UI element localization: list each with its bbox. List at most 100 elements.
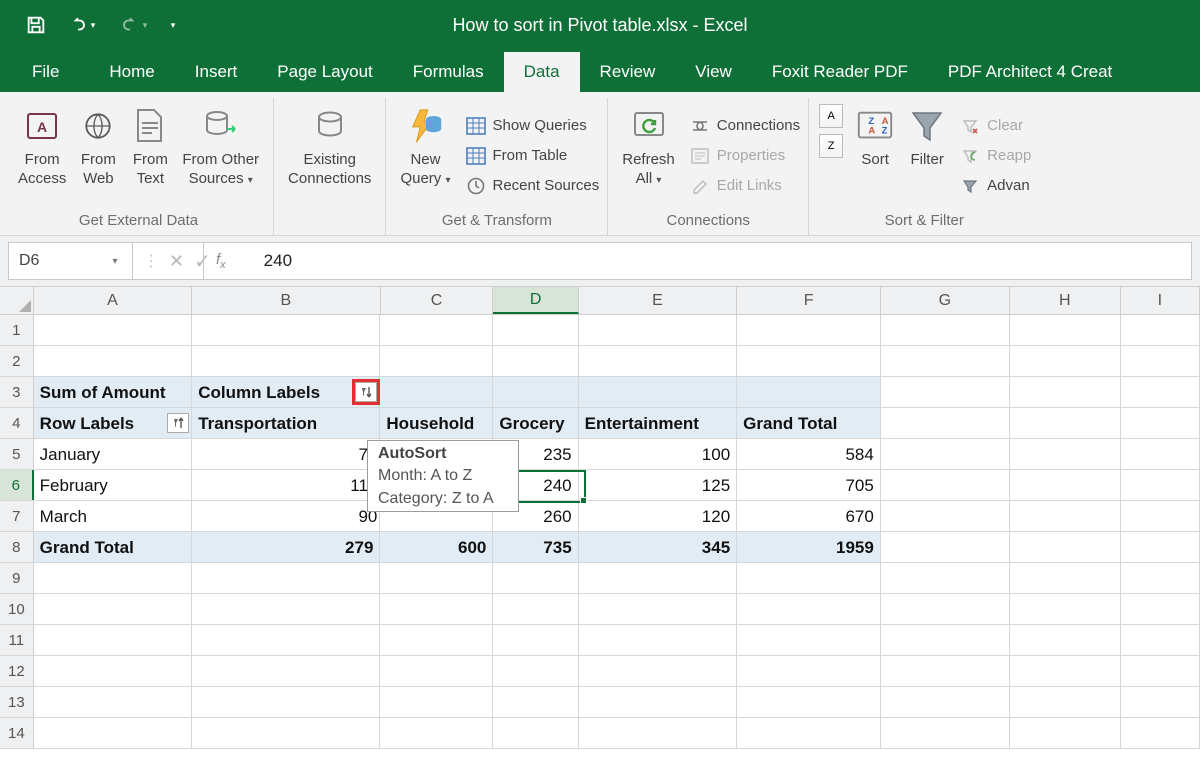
row-header[interactable]: 12 — [0, 656, 34, 686]
pivot-col-entertainment[interactable]: Entertainment — [579, 408, 738, 438]
new-query-label: New Query ▾ — [400, 150, 450, 190]
filter-button[interactable]: Filter — [901, 100, 953, 211]
svg-text:Z: Z — [882, 126, 888, 137]
col-header-A[interactable]: A — [34, 287, 193, 314]
row-header[interactable]: 6 — [0, 470, 34, 500]
tab-formulas[interactable]: Formulas — [393, 52, 504, 92]
row-header[interactable]: 8 — [0, 532, 34, 562]
clear-icon — [959, 116, 981, 136]
access-icon: A — [22, 104, 62, 148]
formula-input[interactable]: 240 — [250, 251, 292, 271]
from-access-button[interactable]: A From Access — [12, 100, 72, 211]
row-labels-filter-button[interactable] — [167, 413, 189, 433]
pivot-col-grocery[interactable]: Grocery — [493, 408, 578, 438]
edit-links-icon — [689, 176, 711, 196]
col-header-I[interactable]: I — [1121, 287, 1200, 314]
from-table-label: From Table — [493, 147, 568, 164]
row-header[interactable]: 11 — [0, 625, 34, 655]
col-header-F[interactable]: F — [737, 287, 881, 314]
row: 8 Grand Total 279 600 735 345 1959 — [0, 532, 1200, 563]
name-box[interactable]: ▾ — [9, 243, 133, 279]
qat-customize-button[interactable]: ▾ — [164, 11, 182, 39]
select-all-corner[interactable] — [0, 287, 34, 314]
show-queries-label: Show Queries — [493, 117, 587, 134]
row-header[interactable]: 5 — [0, 439, 34, 469]
row-header[interactable]: 3 — [0, 377, 34, 407]
pivot-column-labels[interactable]: Column Labels — [192, 377, 380, 407]
tab-foxit[interactable]: Foxit Reader PDF — [752, 52, 928, 92]
caret-down-icon[interactable]: ▾ — [101, 256, 129, 267]
tab-pdfarchitect[interactable]: PDF Architect 4 Creat — [928, 52, 1132, 92]
formula-bar: ▾ ⋮ ✕ ✓ fx 240 — [8, 242, 1192, 280]
row-header[interactable]: 4 — [0, 408, 34, 438]
worksheet-grid[interactable]: A B C D E F G H I 1 2 3 Sum of Amount Co… — [0, 287, 1200, 749]
caret-down-icon: ▾ — [143, 21, 148, 30]
name-box-input[interactable] — [9, 252, 101, 270]
tab-page-layout[interactable]: Page Layout — [257, 52, 392, 92]
col-header-H[interactable]: H — [1010, 287, 1121, 314]
fx-icon[interactable]: fx — [216, 251, 226, 271]
edit-links-button[interactable]: Edit Links — [687, 173, 800, 199]
row-header[interactable]: 10 — [0, 594, 34, 624]
table-icon — [465, 116, 487, 136]
tab-file[interactable]: File — [12, 52, 89, 92]
pivot-col-transportation[interactable]: Transportation — [192, 408, 380, 438]
column-labels-filter-button[interactable] — [355, 382, 377, 402]
row-header[interactable]: 1 — [0, 315, 34, 345]
show-queries-button[interactable]: Show Queries — [463, 113, 600, 139]
refresh-all-button[interactable]: Refresh All ▾ — [616, 100, 681, 211]
cancel-icon[interactable]: ✕ — [169, 251, 184, 272]
col-header-C[interactable]: C — [381, 287, 494, 314]
pivot-row-label[interactable]: March — [34, 501, 193, 531]
row-header[interactable]: 13 — [0, 687, 34, 717]
col-header-G[interactable]: G — [881, 287, 1010, 314]
pivot-row-label[interactable]: February — [34, 470, 193, 500]
col-header-E[interactable]: E — [579, 287, 738, 314]
row-header[interactable]: 7 — [0, 501, 34, 531]
row-header[interactable]: 14 — [0, 718, 34, 748]
row-header[interactable]: 9 — [0, 563, 34, 593]
sort-az-icon[interactable]: A — [819, 104, 843, 128]
tab-home[interactable]: Home — [89, 52, 174, 92]
group-label-sortfilter: Sort & Filter — [817, 211, 1031, 235]
clear-button[interactable]: Clear — [957, 113, 1031, 139]
clock-icon — [465, 176, 487, 196]
col-header-B[interactable]: B — [192, 287, 380, 314]
pivot-grand-label[interactable]: Grand Total — [34, 532, 193, 562]
row-header[interactable]: 2 — [0, 346, 34, 376]
sort-za-icon[interactable]: Z — [819, 134, 843, 158]
new-query-button[interactable]: New Query ▾ — [394, 100, 456, 211]
edit-links-label: Edit Links — [717, 177, 782, 194]
formula-bar-area: ▾ ⋮ ✕ ✓ fx 240 — [0, 236, 1200, 287]
pivot-row-label[interactable]: January — [34, 439, 193, 469]
tab-view[interactable]: View — [675, 52, 752, 92]
advanced-button[interactable]: Advan — [957, 173, 1031, 199]
existing-connections-button[interactable]: Existing Connections — [282, 100, 377, 211]
fill-handle[interactable] — [580, 497, 587, 504]
reapply-button[interactable]: Reapp — [957, 143, 1031, 169]
row: 6 February 115 240 125 705 — [0, 470, 1200, 501]
database-arrow-icon — [201, 104, 241, 148]
properties-button[interactable]: Properties — [687, 143, 800, 169]
save-button[interactable] — [22, 11, 50, 39]
connections-button[interactable]: Connections — [687, 113, 800, 139]
sort-button[interactable]: ZAAZ Sort — [849, 100, 901, 211]
pivot-col-household[interactable]: Household — [380, 408, 493, 438]
from-web-button[interactable]: From Web — [72, 100, 124, 211]
redo-button[interactable]: ▾ — [112, 11, 154, 39]
from-other-sources-button[interactable]: From Other Sources ▾ — [176, 100, 265, 211]
pivot-sum-label[interactable]: Sum of Amount — [34, 377, 193, 407]
quick-access-toolbar: ▾ ▾ ▾ — [0, 11, 182, 39]
pivot-row-labels[interactable]: Row Labels — [34, 408, 193, 438]
from-access-label: From Access — [18, 150, 66, 188]
col-header-D[interactable]: D — [493, 287, 578, 314]
tab-data[interactable]: Data — [504, 52, 580, 92]
undo-button[interactable]: ▾ — [60, 11, 102, 39]
recent-sources-button[interactable]: Recent Sources — [463, 173, 600, 199]
pivot-col-grandtotal[interactable]: Grand Total — [737, 408, 881, 438]
from-text-button[interactable]: From Text — [124, 100, 176, 211]
from-table-button[interactable]: From Table — [463, 143, 600, 169]
properties-label: Properties — [717, 147, 785, 164]
tab-review[interactable]: Review — [580, 52, 676, 92]
tab-insert[interactable]: Insert — [175, 52, 258, 92]
